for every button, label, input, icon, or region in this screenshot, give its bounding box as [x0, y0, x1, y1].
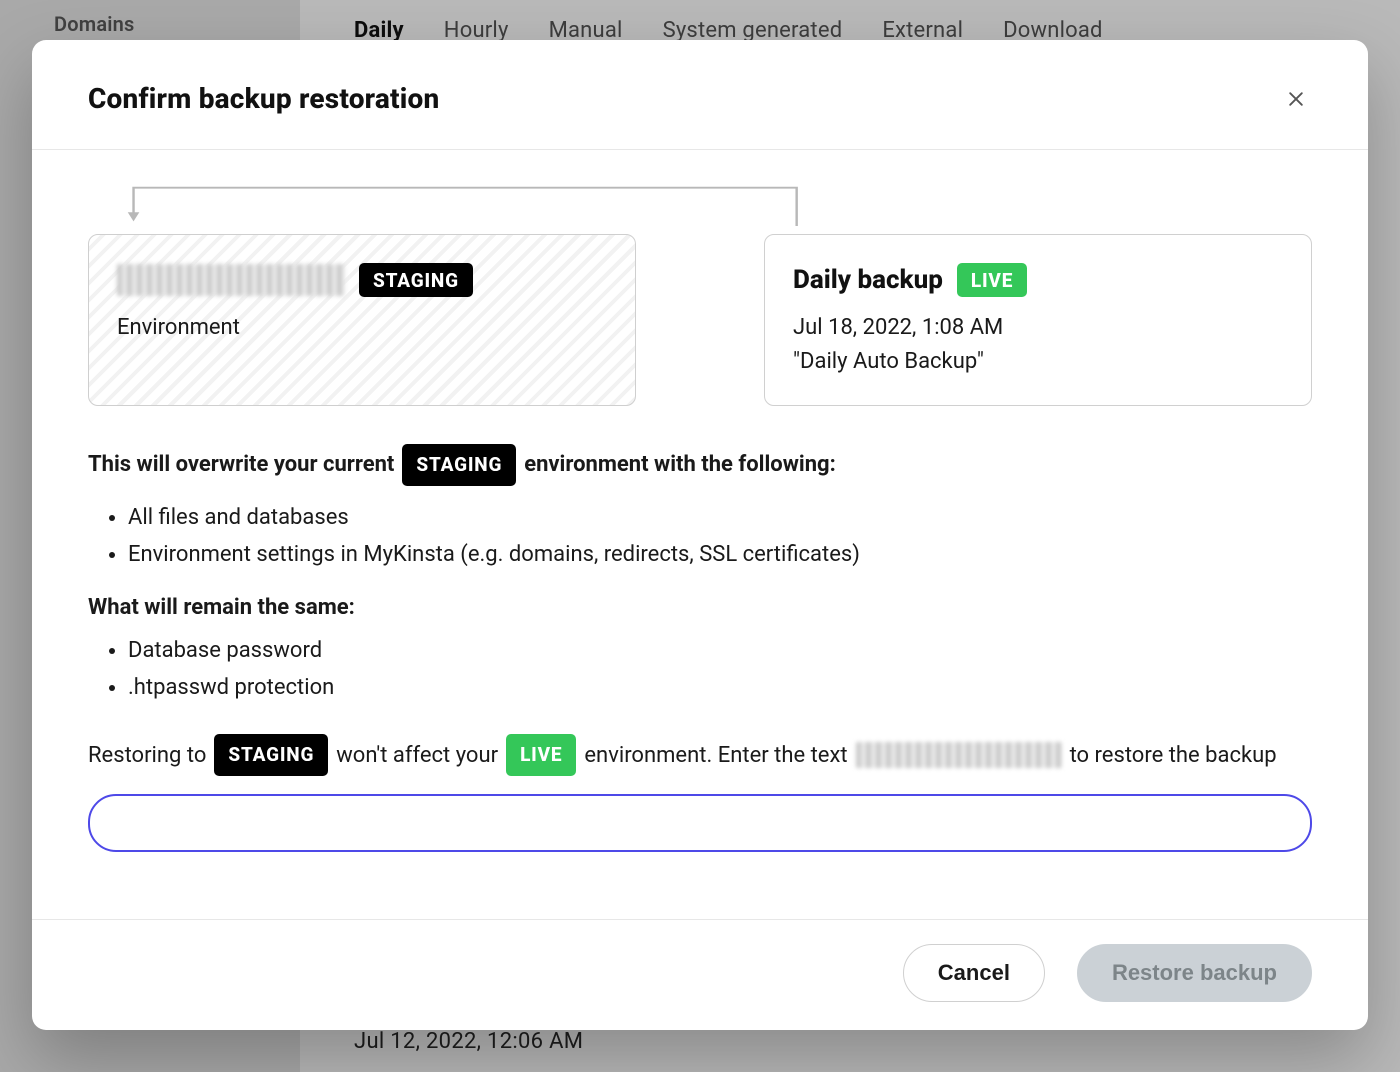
live-badge-inline: LIVE	[506, 734, 576, 775]
confirm-instruction: Enter the text to restore the backup	[718, 738, 1277, 773]
environment-label: Environment	[117, 315, 607, 340]
confirm-input[interactable]	[88, 794, 1312, 852]
cancel-button[interactable]: Cancel	[903, 944, 1045, 1002]
close-button[interactable]	[1280, 83, 1312, 115]
restore-note-pre: Restoring to	[88, 738, 206, 773]
modal-title: Confirm backup restoration	[88, 82, 439, 115]
restore-note-post: environment.	[584, 738, 712, 773]
staging-badge-inline: STAGING	[402, 444, 516, 485]
same-item: Database password	[128, 633, 1312, 668]
confirm-phrase-redacted	[856, 742, 1062, 768]
overwrite-lead-post: environment with the following:	[524, 447, 836, 482]
backup-name: "Daily Auto Backup"	[793, 345, 1283, 379]
modal-footer: Cancel Restore backup	[32, 919, 1368, 1030]
overwrite-section: This will overwrite your current STAGING…	[88, 444, 1312, 852]
live-badge: LIVE	[957, 263, 1027, 297]
modal-body: STAGING Environment Daily backup LIVE Ju…	[32, 150, 1368, 893]
staging-badge-inline2: STAGING	[214, 734, 328, 775]
backup-card-title: Daily backup	[793, 265, 943, 295]
target-environment-card: STAGING Environment	[88, 234, 636, 406]
cards-row: STAGING Environment Daily backup LIVE Ju…	[88, 234, 1312, 406]
environment-name-redacted	[117, 264, 345, 296]
restore-button[interactable]: Restore backup	[1077, 944, 1312, 1002]
confirm-pre: Enter the text	[718, 738, 848, 773]
staging-badge: STAGING	[359, 263, 473, 297]
restore-note-mid: won't affect your	[336, 738, 498, 773]
overwrite-item: Environment settings in MyKinsta (e.g. d…	[128, 537, 1312, 572]
confirm-backup-modal: Confirm backup restoration STAGING Envir…	[32, 40, 1368, 1030]
backup-timestamp: Jul 18, 2022, 1:08 AM	[793, 311, 1283, 345]
same-lead: What will remain the same:	[88, 590, 1312, 625]
overwrite-lead-pre: This will overwrite your current	[88, 447, 394, 482]
same-item: .htpasswd protection	[128, 670, 1312, 705]
flow-arrow	[120, 180, 1280, 226]
confirm-post: to restore the backup	[1070, 738, 1277, 773]
modal-header: Confirm backup restoration	[32, 40, 1368, 150]
close-icon	[1286, 89, 1306, 109]
overwrite-item: All files and databases	[128, 500, 1312, 535]
source-backup-card: Daily backup LIVE Jul 18, 2022, 1:08 AM …	[764, 234, 1312, 406]
